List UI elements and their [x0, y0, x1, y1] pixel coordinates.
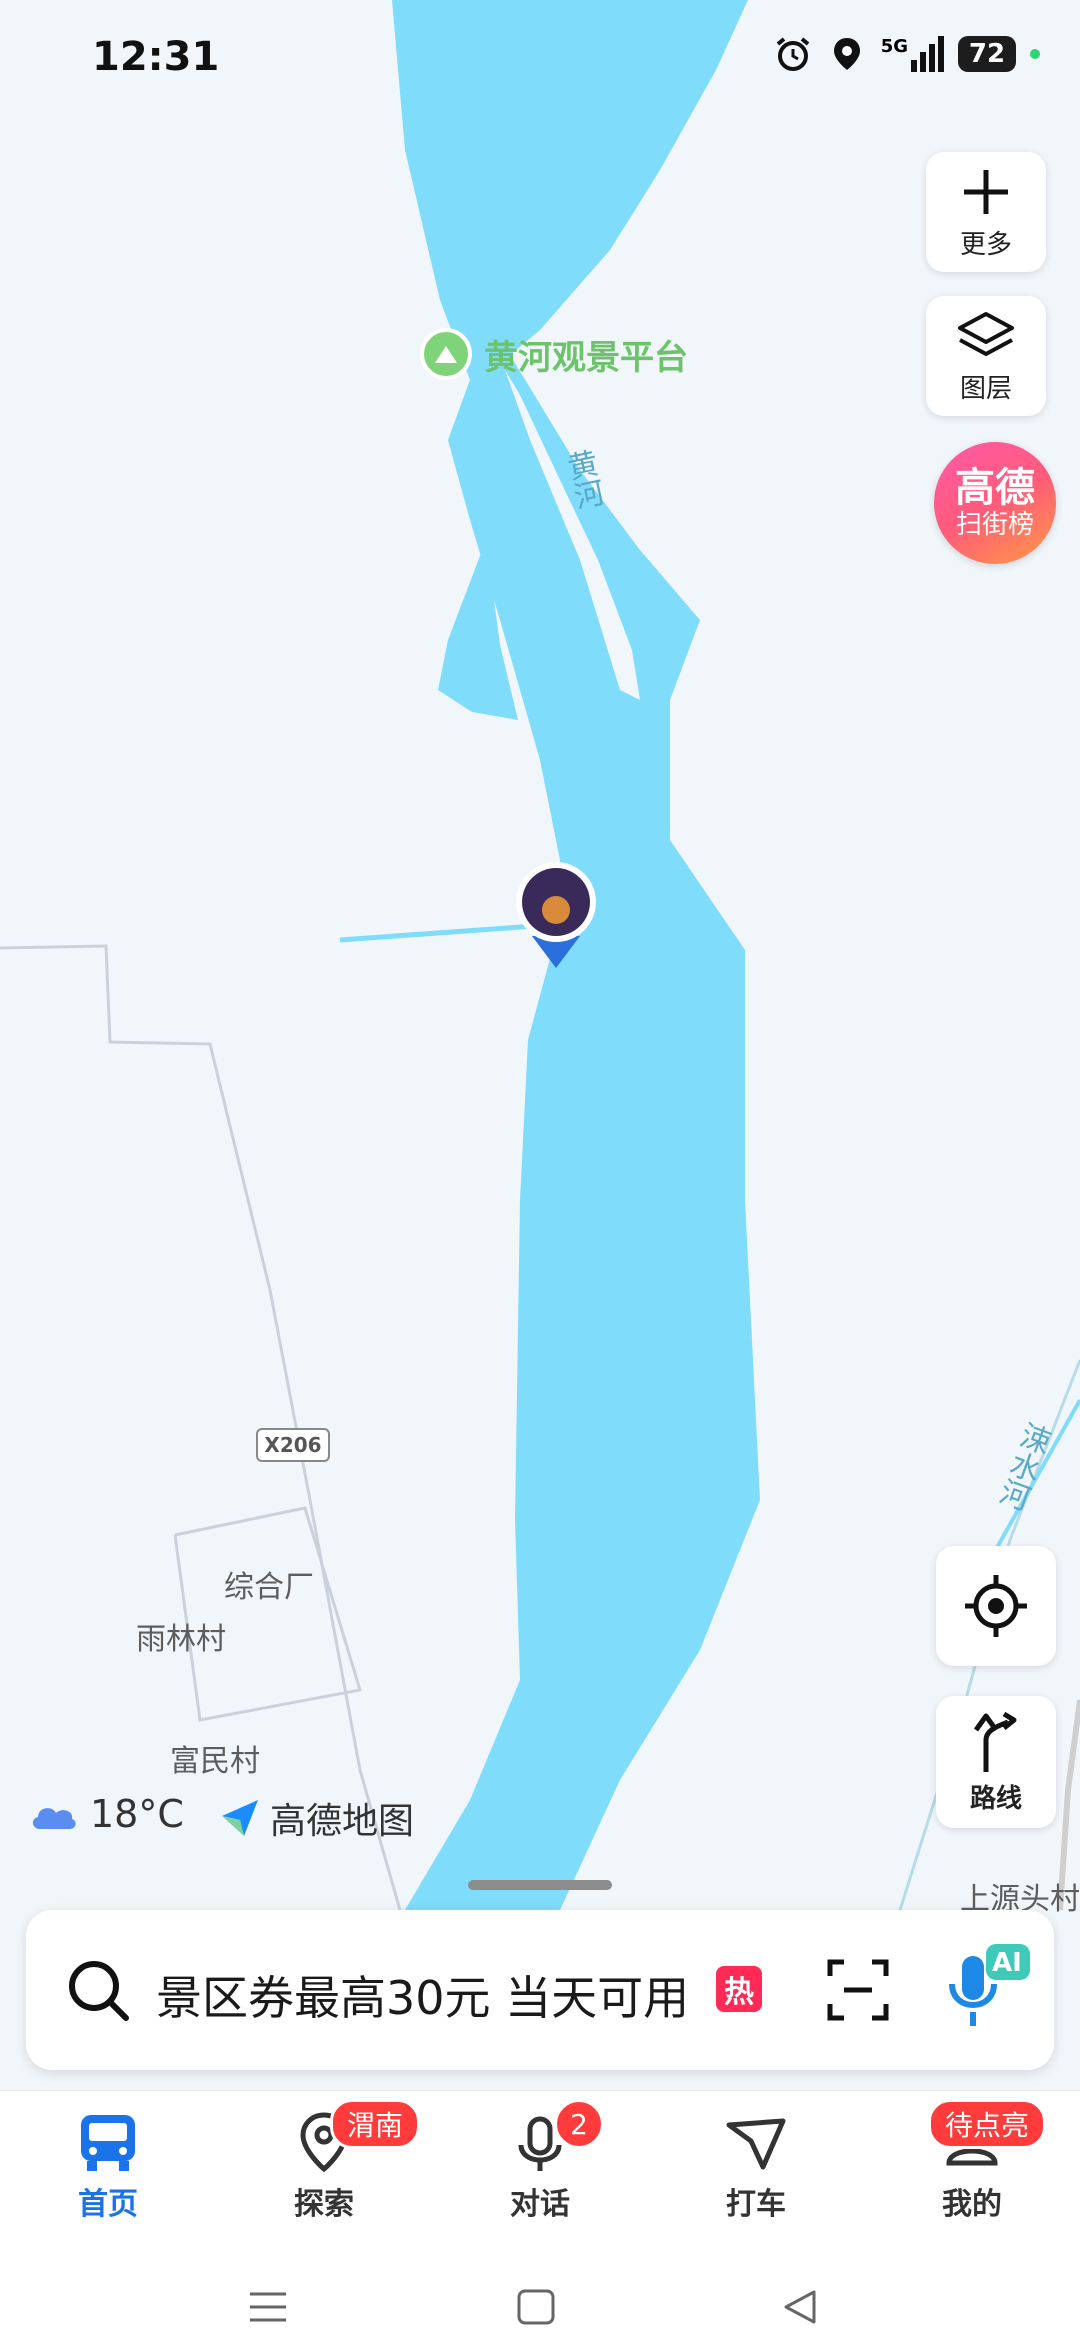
more-label: 更多 — [959, 229, 1012, 260]
panel-drag-handle[interactable] — [468, 1880, 612, 1890]
tab-explore-badge: 渭南 — [330, 2099, 421, 2149]
battery-indicator: 72 — [958, 36, 1016, 72]
tab-home[interactable]: 首页 — [28, 2111, 188, 2251]
route-button[interactable]: 路线 — [936, 1696, 1056, 1828]
cloud-icon — [32, 1808, 76, 1829]
poi-scenic-label: 黄河观景平台 — [484, 337, 688, 378]
system-nav-bar — [0, 2270, 1080, 2334]
network-type: 5G — [880, 36, 908, 57]
weather-widget[interactable]: 18°C — [28, 1792, 184, 1836]
tab-chat-label: 对话 — [510, 2187, 570, 2222]
tab-chat-badge: 2 — [554, 2099, 604, 2149]
plus-icon — [964, 169, 1008, 214]
route-label: 路线 — [969, 1783, 1022, 1814]
more-button[interactable]: 更多 — [926, 152, 1046, 272]
location-icon — [833, 38, 860, 70]
bus-icon — [81, 2115, 135, 2171]
tab-home-label: 首页 — [78, 2187, 138, 2222]
status-time: 12:31 — [92, 34, 220, 80]
place-label: 综合厂 — [224, 1570, 314, 1605]
ai-voice-button[interactable]: AI — [936, 1940, 1036, 2040]
layers-icon — [958, 311, 1014, 356]
poi-scenic-platform[interactable]: 黄河观景平台 — [420, 328, 688, 380]
search-icon — [69, 1961, 129, 2021]
signal-icon: 5G — [881, 36, 944, 72]
layers-button[interactable]: 图层 — [926, 296, 1046, 416]
ai-label: AI — [992, 1948, 1022, 1978]
back-icon[interactable] — [780, 2288, 820, 2326]
locate-button[interactable] — [936, 1546, 1056, 1666]
brand-name: 高德地图 — [270, 1801, 415, 1842]
search-placeholder[interactable]: 景区券最高30元 当天可用 — [156, 1962, 689, 2028]
place-label: 雨林村 — [136, 1622, 226, 1657]
status-icons: 5G 72 — [773, 34, 1040, 74]
tab-taxi-label: 打车 — [726, 2187, 786, 2222]
promo-line2: 扫街榜 — [955, 510, 1034, 540]
temperature: 18°C — [90, 1792, 184, 1836]
tab-chat[interactable]: 对话 2 — [460, 2099, 620, 2251]
amap-logo-icon — [222, 1800, 258, 1836]
mountain-icon — [420, 328, 472, 380]
tab-mine-label: 我的 — [942, 2187, 1002, 2222]
layers-label: 图层 — [959, 373, 1012, 404]
tab-mine-badge: 待点亮 — [928, 2099, 1047, 2149]
status-bar: 12:31 5G 72 — [0, 0, 1080, 120]
road-badge-x206: X206 — [256, 1428, 330, 1462]
ranking-promo-button[interactable]: 高德 扫街榜 — [934, 442, 1056, 564]
brand-logo: 高德地图 — [218, 1792, 414, 1844]
alarm-icon — [776, 37, 809, 71]
hot-badge: 热 — [716, 1966, 762, 2012]
taxi-icon — [726, 2118, 786, 2170]
tab-taxi[interactable]: 打车 — [676, 2111, 836, 2251]
menu-icon[interactable] — [248, 2290, 288, 2324]
home-icon[interactable] — [516, 2288, 556, 2326]
route-icon — [973, 1711, 1017, 1772]
privacy-dot — [1030, 49, 1040, 59]
tab-explore-label: 探索 — [294, 2187, 354, 2222]
tab-explore[interactable]: 探索 渭南 — [244, 2099, 421, 2251]
tab-mine[interactable]: 我的 待点亮 — [892, 2099, 1052, 2251]
place-label: 富民村 — [170, 1744, 260, 1779]
bottom-tab-bar: 首页 探索 渭南 对话 2 打车 我的 待点亮 — [0, 2090, 1080, 2271]
promo-line1: 高德 — [955, 465, 1035, 511]
search-bar[interactable]: 景区券最高30元 当天可用 热 AI — [26, 1910, 1054, 2070]
crosshair-icon — [965, 1575, 1027, 1637]
scan-icon[interactable] — [826, 1958, 890, 2022]
